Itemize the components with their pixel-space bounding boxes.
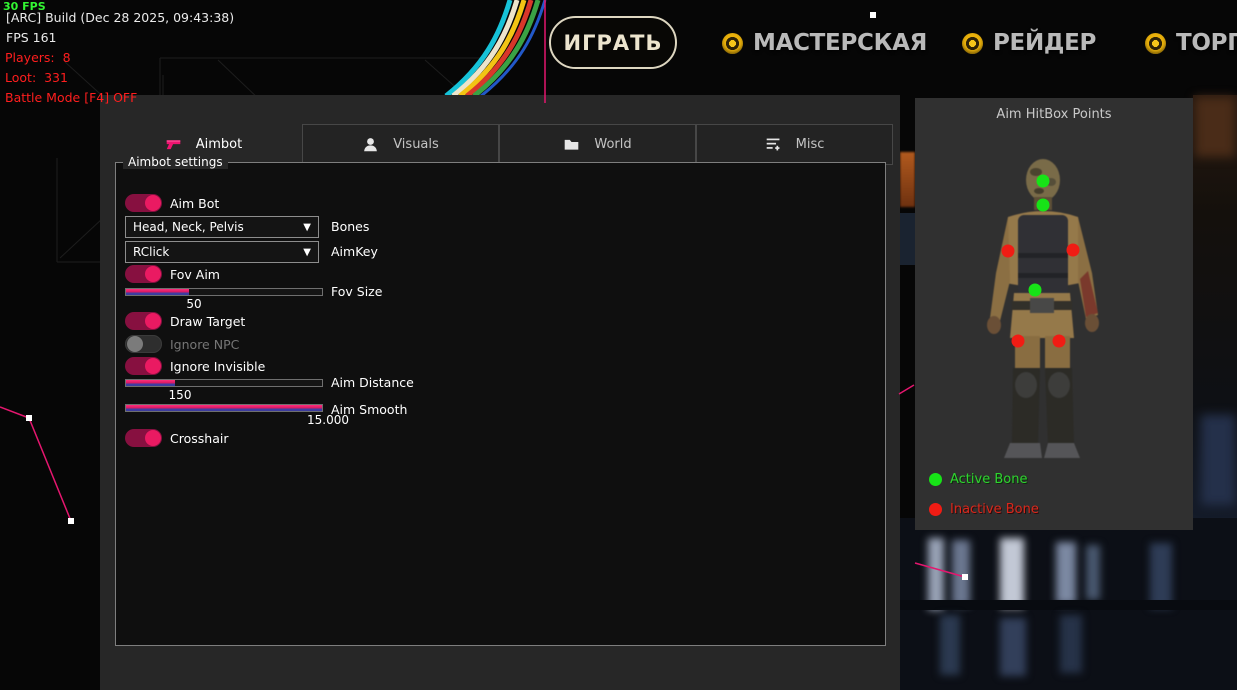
coin-icon — [962, 33, 983, 54]
aim-distance-value: 150 — [160, 388, 200, 402]
left-hip-bone-dot — [1012, 335, 1025, 348]
chevron-down-icon: ▼ — [303, 247, 311, 258]
inactive-bone-dot-icon — [929, 503, 942, 516]
tab-misc[interactable]: Misc — [696, 124, 893, 165]
legend-active-bone: Active Bone — [929, 472, 1027, 487]
aimkey-dropdown[interactable]: RClick ▼ — [125, 241, 319, 263]
fov-aim-label: Fov Aim — [170, 267, 220, 282]
person-icon — [362, 136, 379, 153]
legend-inactive-bone: Inactive Bone — [929, 502, 1039, 517]
crosshair-toggle[interactable] — [125, 429, 162, 447]
aim-bot-toggle[interactable] — [125, 194, 162, 212]
fov-size-label: Fov Size — [331, 284, 382, 299]
aimbot-settings-group: Aimbot settings Aim Bot Head, Neck, Pelv… — [115, 162, 886, 646]
legend-label: Inactive Bone — [950, 502, 1039, 517]
toggle-knob — [127, 336, 143, 352]
aim-distance-slider[interactable] — [125, 379, 323, 387]
hud-loot-count: Loot: 331 — [5, 70, 68, 85]
chevron-down-icon: ▼ — [303, 222, 311, 233]
play-button[interactable]: ИГРАТЬ — [549, 16, 677, 69]
head-bone-dot — [1037, 175, 1050, 188]
group-title: Aimbot settings — [123, 155, 228, 169]
slider-fill — [126, 405, 322, 411]
toggle-knob — [145, 266, 161, 282]
hud-battle-mode: Battle Mode [F4] OFF — [5, 90, 137, 105]
cheat-menu-panel: Aimbot Visuals World — [100, 95, 900, 690]
toggle-knob — [145, 195, 161, 211]
fov-aim-toggle[interactable] — [125, 265, 162, 283]
hud-build-info: [ARC] Build (Dec 28 2025, 09:43:38) — [6, 10, 234, 25]
slider-fill — [126, 380, 175, 386]
aim-smooth-slider[interactable] — [125, 404, 323, 412]
pelvis-bone-dot — [1029, 284, 1042, 297]
folder-icon — [563, 136, 580, 153]
right-arm-bone-dot — [1067, 244, 1080, 257]
bones-label: Bones — [331, 219, 369, 234]
tab-label: Visuals — [393, 137, 439, 152]
nav-item-label: РЕЙДЕР — [993, 30, 1096, 56]
tab-label: Aimbot — [196, 137, 242, 152]
draw-target-label: Draw Target — [170, 314, 245, 329]
draw-target-toggle[interactable] — [125, 312, 162, 330]
tab-world[interactable]: World — [499, 124, 696, 165]
ignore-npc-label: Ignore NPC — [170, 337, 239, 352]
game-screen: 30 FPS [ARC] Build (Dec 28 2025, 09:43:3… — [0, 0, 1237, 690]
aim-distance-label: Aim Distance — [331, 375, 414, 390]
toggle-knob — [145, 358, 161, 374]
tab-visuals[interactable]: Visuals — [302, 124, 499, 165]
hud-players-count: Players: 8 — [5, 50, 71, 65]
aimkey-label: AimKey — [331, 244, 378, 259]
coin-icon — [1145, 33, 1166, 54]
nav-item-label: ТОРГО — [1176, 30, 1237, 56]
right-hip-bone-dot — [1053, 335, 1066, 348]
neck-bone-dot — [1037, 199, 1050, 212]
fov-size-slider[interactable] — [125, 288, 323, 296]
active-bone-dot-icon — [929, 473, 942, 486]
aim-bot-label: Aim Bot — [170, 196, 219, 211]
crosshair-label: Crosshair — [170, 431, 228, 446]
toggle-knob — [145, 313, 161, 329]
ignore-npc-toggle[interactable] — [125, 335, 162, 353]
fov-size-value: 50 — [174, 297, 214, 311]
ignore-invisible-toggle[interactable] — [125, 357, 162, 375]
hitbox-panel: Aim HitBox Points — [915, 98, 1193, 530]
bones-dropdown[interactable]: Head, Neck, Pelvis ▼ — [125, 216, 319, 238]
hud-fps-value: FPS 161 — [6, 30, 57, 45]
ignore-invisible-label: Ignore Invisible — [170, 359, 265, 374]
nav-item-workshop[interactable]: МАСТЕРСКАЯ — [722, 30, 927, 56]
player-model-image — [970, 153, 1140, 463]
slider-fill — [126, 289, 189, 295]
tab-label: World — [594, 137, 631, 152]
legend-label: Active Bone — [950, 472, 1027, 487]
pistol-icon — [165, 136, 182, 153]
rainbow-streak-art — [440, 0, 560, 96]
aimkey-dropdown-value: RClick — [133, 245, 169, 259]
left-arm-bone-dot — [1002, 245, 1015, 258]
tab-label: Misc — [796, 137, 825, 152]
aim-smooth-label: Aim Smooth — [331, 402, 407, 417]
nav-item-label: МАСТЕРСКАЯ — [753, 30, 927, 56]
nav-item-trade[interactable]: ТОРГО — [1145, 30, 1237, 56]
nav-item-raider[interactable]: РЕЙДЕР — [962, 30, 1096, 56]
hitbox-panel-title: Aim HitBox Points — [915, 107, 1193, 122]
toggle-knob — [145, 430, 161, 446]
bones-dropdown-value: Head, Neck, Pelvis — [133, 220, 244, 234]
sliders-icon — [765, 136, 782, 153]
coin-icon — [722, 33, 743, 54]
